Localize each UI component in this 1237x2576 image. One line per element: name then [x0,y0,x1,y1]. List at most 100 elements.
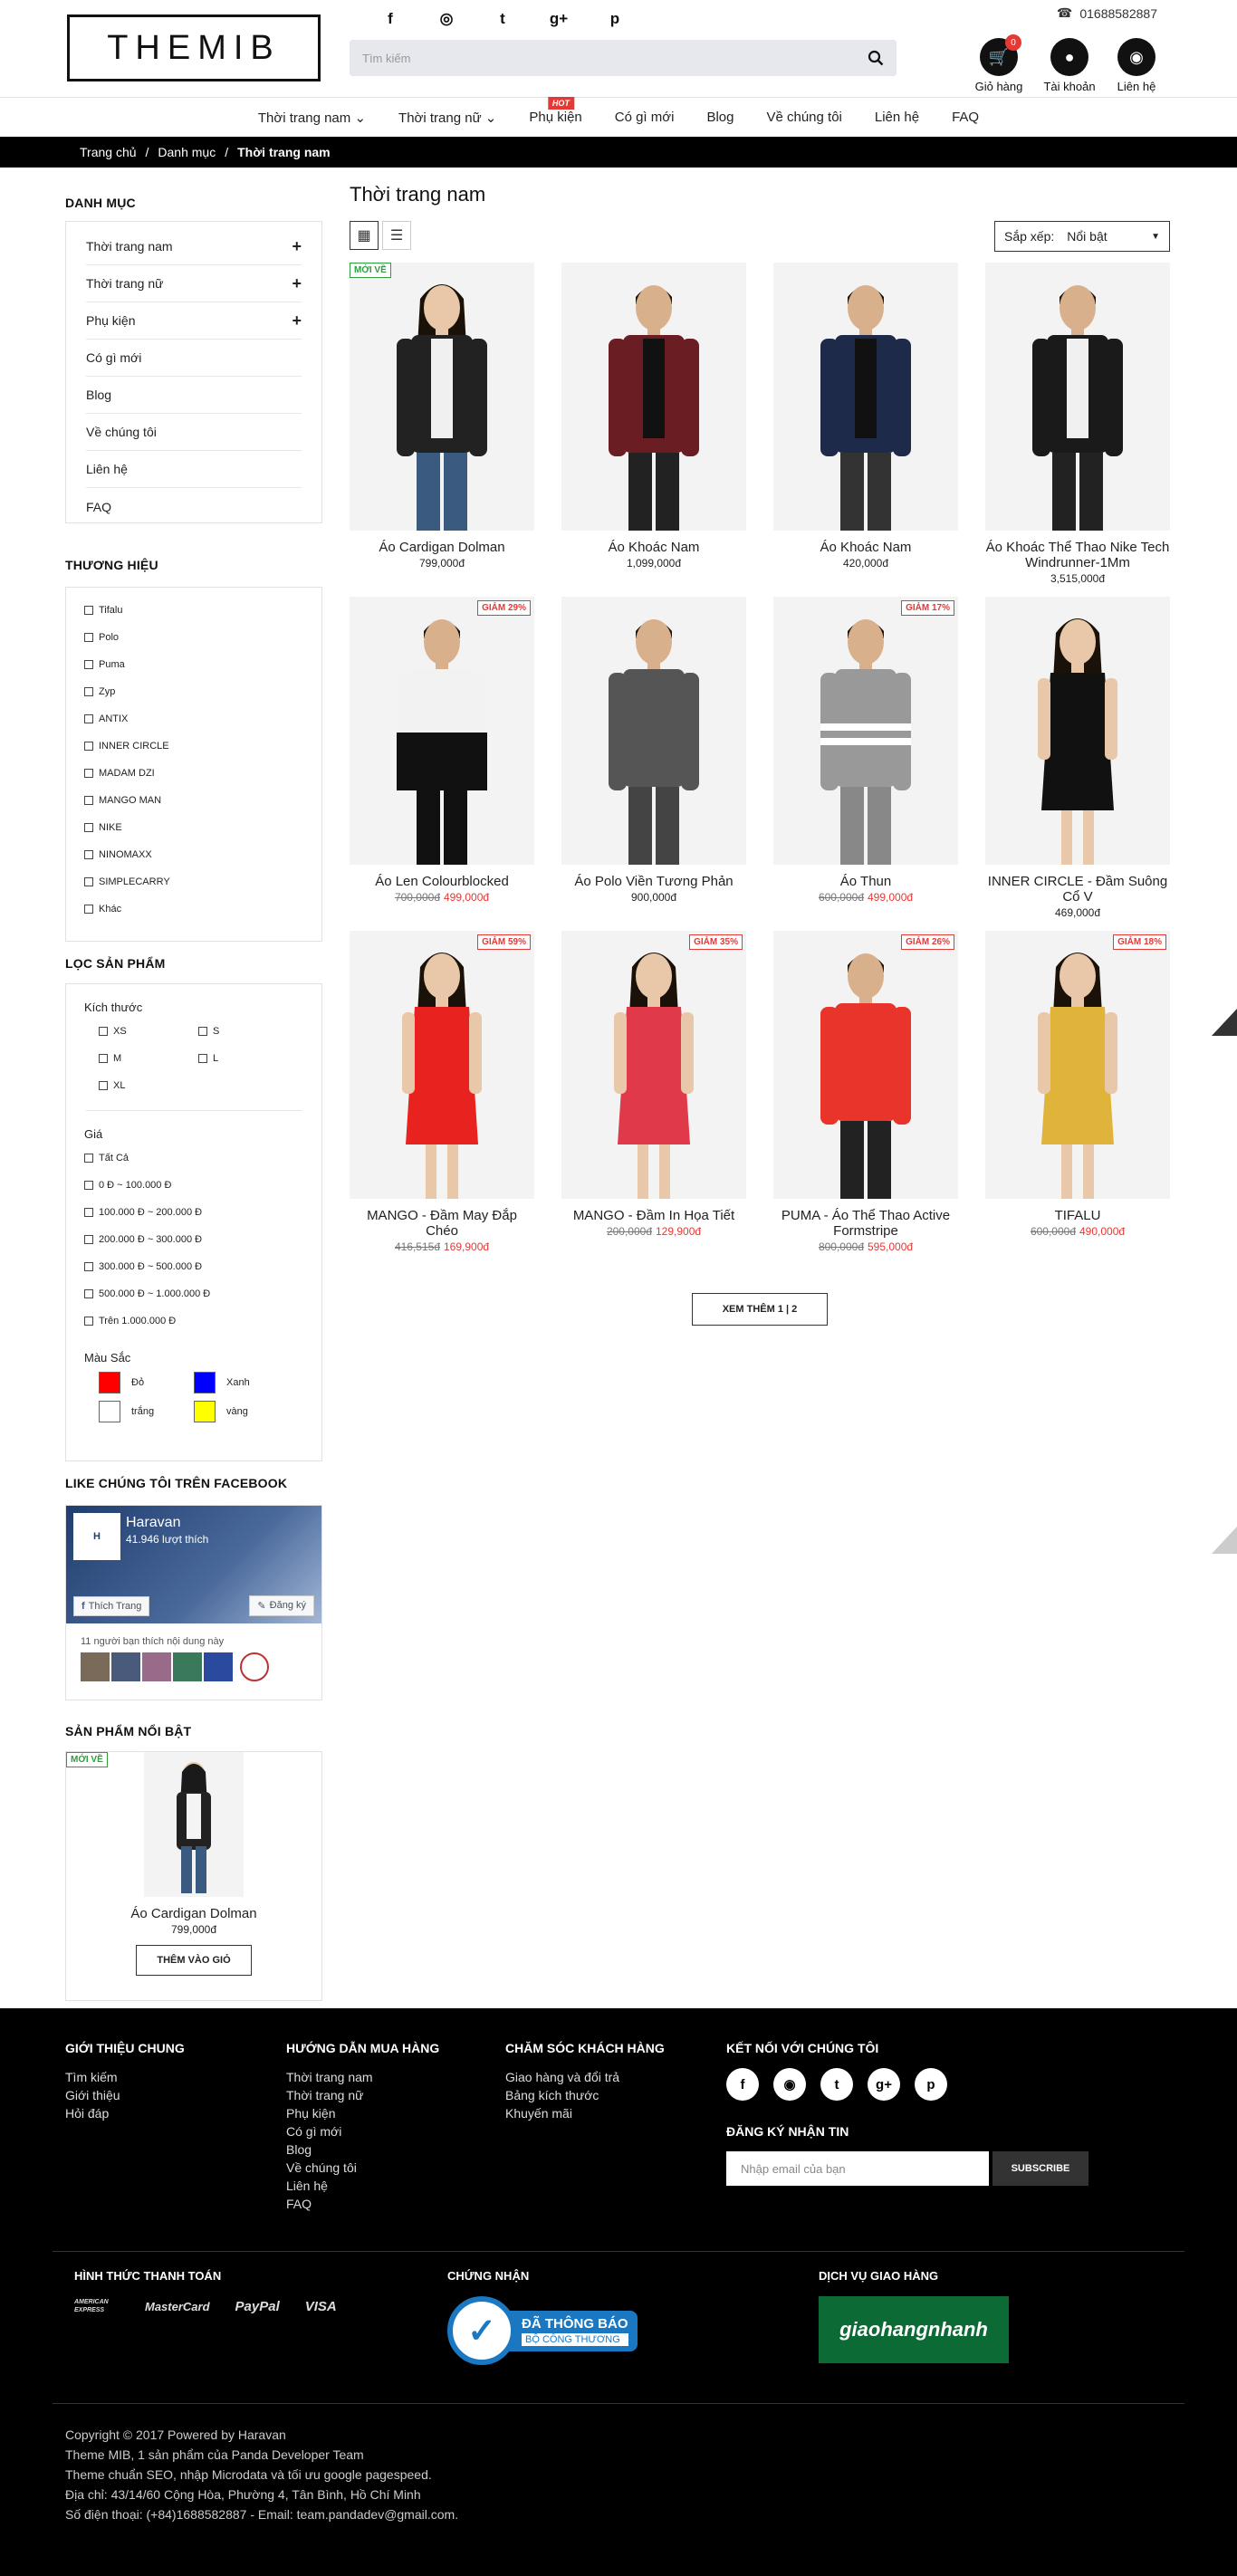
color-swatch-row[interactable]: Đỏ [99,1372,194,1393]
product-card[interactable]: GIẢM 35% MANGO - Đầm In Họa Tiết 200,000đ 1… [561,931,746,1238]
checkbox[interactable] [84,850,93,859]
plus-icon[interactable]: + [292,274,302,293]
checkbox[interactable] [84,823,93,832]
color-swatch[interactable] [194,1401,216,1422]
color-swatch[interactable] [194,1372,216,1393]
product-name[interactable]: Áo Len Colourblocked [350,874,534,889]
product-image[interactable]: GIẢM 59% [350,931,534,1199]
size-checkbox-row[interactable]: S [184,1018,283,1045]
product-image[interactable] [561,597,746,865]
nav-item-new[interactable]: Có gì mới [599,110,691,125]
sort-select[interactable]: Sắp xếp: Nổi bật ▼ [994,221,1170,252]
newsletter-email-input[interactable]: Nhập email của bạn [726,2151,989,2186]
nav-item-about[interactable]: Về chúng tôi [750,110,858,125]
product-card[interactable]: GIẢM 17% Áo Thun 600,000đ 499,000đ [773,597,958,904]
google-plus-icon[interactable]: g+ [549,10,569,28]
nav-item-blog[interactable]: Blog [690,110,750,125]
checkbox[interactable] [84,714,93,723]
nav-item-women[interactable]: Thời trang nữ ⌄ [382,110,513,126]
sidebar-category-item[interactable]: Liên hệ [86,451,302,488]
product-card[interactable]: INNER CIRCLE - Đầm Suông Cổ V 469,000đ [985,597,1170,919]
checkbox[interactable] [84,660,93,669]
product-name[interactable]: INNER CIRCLE - Đầm Suông Cổ V [985,874,1170,905]
price-checkbox-row[interactable]: 0 Đ ~ 100.000 Đ [66,1172,321,1199]
checkbox[interactable] [84,1208,93,1217]
brand-checkbox-row[interactable]: NIKE [66,814,321,841]
brand-checkbox-row[interactable]: MANGO MAN [66,787,321,814]
google-plus-icon[interactable]: g+ [868,2068,900,2101]
product-image[interactable] [773,263,958,531]
nav-item-contact[interactable]: Liên hệ [858,110,935,125]
brand-checkbox-row[interactable]: Polo [66,624,321,651]
product-name[interactable]: TIFALU [985,1208,1170,1223]
nav-item-accessories[interactable]: HOT Phụ kiện [513,97,598,125]
contact-link[interactable]: ◉ Liên hệ [1105,38,1168,93]
brand-checkbox-row[interactable]: Khác [66,895,321,923]
product-image[interactable]: GIẢM 17% [773,597,958,865]
instagram-icon[interactable]: ◎ [436,10,456,28]
account-link[interactable]: ● Tài khoản [1038,38,1101,93]
pinterest-icon[interactable]: p [915,2068,947,2101]
brand-checkbox-row[interactable]: Zyp [66,678,321,705]
plus-icon[interactable]: + [292,311,302,330]
subscribe-button[interactable]: SUBSCRIBE [992,2151,1088,2186]
checkbox[interactable] [84,1235,93,1244]
product-card[interactable]: GIẢM 18% TIFALU 600,000đ 490,000đ [985,931,1170,1238]
checkbox[interactable] [84,1262,93,1271]
price-checkbox-row[interactable]: Tất Cả [66,1144,321,1172]
list-view-button[interactable]: ☰ [382,221,411,250]
checkbox[interactable] [84,905,93,914]
footer-link[interactable]: Giới thiệu [65,2086,120,2104]
product-name[interactable]: MANGO - Đầm May Đắp Chéo [350,1208,534,1239]
product-card[interactable]: Áo Khoác Thể Thao Nike Tech Windrunner-1… [985,263,1170,585]
checkbox[interactable] [198,1054,207,1063]
price-checkbox-row[interactable]: 500.000 Đ ~ 1.000.000 Đ [66,1280,321,1307]
product-image[interactable] [985,597,1170,865]
footer-link[interactable]: Về chúng tôi [286,2159,373,2177]
footer-link[interactable]: Hỏi đáp [65,2104,120,2122]
price-checkbox-row[interactable]: 100.000 Đ ~ 200.000 Đ [66,1199,321,1226]
checkbox[interactable] [84,1154,93,1163]
price-checkbox-row[interactable]: 200.000 Đ ~ 300.000 Đ [66,1226,321,1253]
checkbox[interactable] [84,606,93,615]
brand-checkbox-row[interactable]: ANTIX [66,705,321,733]
size-checkbox-row[interactable]: M [84,1045,184,1072]
product-name[interactable]: PUMA - Áo Thể Thao Active Formstripe [773,1208,958,1239]
checkbox[interactable] [84,687,93,696]
fb-subscribe-button[interactable]: ✎ Đăng ký [249,1595,314,1616]
product-image[interactable]: GIẢM 29% [350,597,534,865]
color-swatch[interactable] [99,1401,120,1422]
twitter-icon[interactable]: t [820,2068,853,2101]
featured-product-image[interactable] [144,1752,244,1897]
size-checkbox-row[interactable]: XS [84,1018,184,1045]
footer-link[interactable]: Tìm kiếm [65,2068,120,2086]
product-image[interactable]: GIẢM 26% [773,931,958,1199]
checkbox[interactable] [99,1081,108,1090]
sidebar-category-item[interactable]: Blog [86,377,302,414]
load-more-button[interactable]: XEM THÊM 1 | 2 [692,1293,828,1326]
sidebar-category-item[interactable]: Về chúng tôi [86,414,302,451]
nav-item-men[interactable]: Thời trang nam ⌄ [242,110,382,126]
giaohangnhanh-logo[interactable]: giaohangnhanh [819,2296,1009,2363]
product-card[interactable]: GIẢM 26% PUMA - Áo Thể Thao Active Formst… [773,931,958,1253]
checkbox[interactable] [84,796,93,805]
product-name[interactable]: Áo Khoác Thể Thao Nike Tech Windrunner-1… [985,540,1170,570]
checkbox[interactable] [84,769,93,778]
brand-checkbox-row[interactable]: Puma [66,651,321,678]
twitter-icon[interactable]: t [493,10,513,28]
footer-link[interactable]: Thời trang nam [286,2068,373,2086]
color-swatch-row[interactable]: trắng [99,1401,194,1422]
featured-product-name[interactable]: Áo Cardigan Dolman [66,1906,321,1921]
breadcrumb-category[interactable]: Danh mục [158,145,216,159]
brand-checkbox-row[interactable]: Tifalu [66,597,321,624]
checkbox[interactable] [84,1317,93,1326]
sidebar-category-item[interactable]: Có gì mới [86,340,302,377]
instagram-icon[interactable]: ◉ [773,2068,806,2101]
product-name[interactable]: MANGO - Đầm In Họa Tiết [561,1208,746,1223]
scroll-arrow-icon[interactable] [1212,1009,1237,1036]
cart-link[interactable]: 🛒 0 Giỏ hàng [967,34,1031,93]
color-swatch-row[interactable]: Xanh [194,1372,289,1393]
footer-link[interactable]: Giao hàng và đổi trả [505,2068,619,2086]
product-name[interactable]: Áo Khoác Nam [773,540,958,555]
checkbox[interactable] [198,1027,207,1036]
